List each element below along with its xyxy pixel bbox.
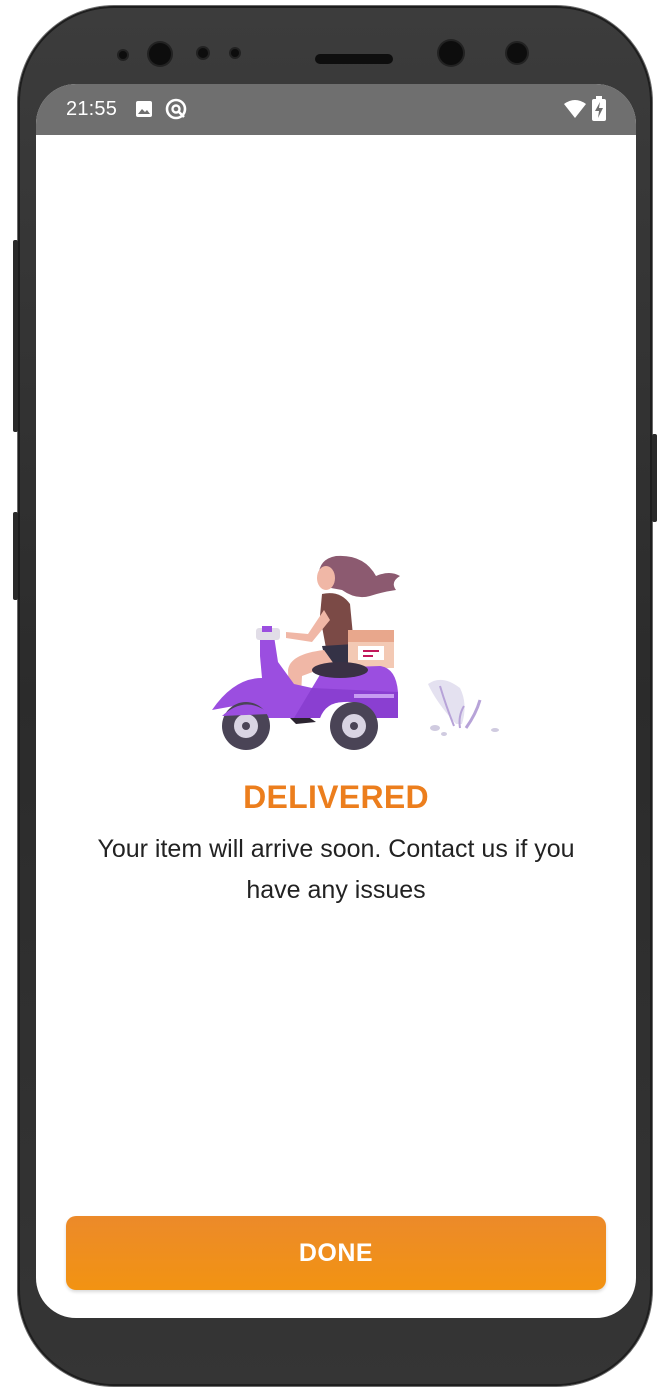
- earpiece-speaker: [315, 54, 393, 64]
- phone-frame: 21:55 DELIVERED Your item will arrive so…: [13, 6, 657, 1386]
- status-time: 21:55: [66, 98, 118, 120]
- delivery-status-message: Your item will arrive soon. Contact us i…: [97, 835, 575, 904]
- sensor-dot: [507, 43, 527, 63]
- image-icon: [135, 100, 153, 123]
- battery-charging-icon: [592, 96, 606, 127]
- status-bar: 21:55: [36, 84, 636, 135]
- plant-illustration: [428, 679, 499, 736]
- sensor-dot: [231, 49, 239, 57]
- sync-icon: [164, 97, 188, 126]
- delivery-scooter-illustration: [204, 546, 504, 766]
- done-button[interactable]: DONE: [66, 1216, 606, 1290]
- sensor-dot: [119, 51, 127, 59]
- proximity-sensor: [439, 41, 463, 65]
- wifi-icon: [564, 99, 586, 124]
- power-button: [652, 434, 657, 522]
- front-camera: [149, 43, 171, 65]
- volume-up-button: [13, 240, 18, 432]
- volume-down-button: [13, 512, 18, 600]
- sensor-dot: [198, 48, 208, 58]
- delivery-status-title: DELIVERED: [243, 779, 429, 815]
- app-screen: 21:55 DELIVERED Your item will arrive so…: [36, 84, 636, 1318]
